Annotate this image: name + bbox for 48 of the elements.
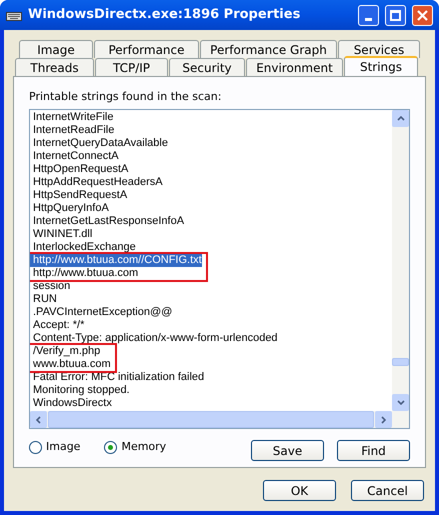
tab[interactable]: Performance <box>94 40 199 58</box>
string-item[interactable]: InternetWriteFile <box>30 111 392 124</box>
close-button[interactable] <box>412 4 433 26</box>
string-item[interactable]: Accept: */* <box>30 319 392 332</box>
string-item[interactable]: http://www.btuua.com <box>30 267 202 280</box>
minimize-button[interactable] <box>358 4 379 26</box>
tab[interactable]: Services <box>338 40 420 58</box>
string-item[interactable]: http://www.btuua.com//CONFIG.txt <box>30 254 202 267</box>
tab[interactable]: Performance Graph <box>200 40 337 58</box>
radio-option[interactable]: Image <box>29 439 80 456</box>
close-icon <box>417 10 428 20</box>
tab[interactable]: Security <box>169 58 245 76</box>
radio-button[interactable] <box>104 441 118 454</box>
string-item[interactable]: Monitoring stopped. <box>30 384 392 397</box>
string-item[interactable]: RUN <box>30 293 392 306</box>
string-item[interactable]: /Verify_m.php <box>30 345 111 358</box>
scroll-thumb[interactable] <box>392 358 409 366</box>
dialog-button[interactable]: Cancel <box>351 480 424 501</box>
string-item[interactable]: InternetConnectA <box>30 150 392 163</box>
tab[interactable]: Environment <box>246 58 343 76</box>
tab[interactable]: Threads <box>15 58 94 76</box>
dialog-button[interactable]: OK <box>263 480 336 501</box>
vertical-scrollbar[interactable] <box>392 110 409 411</box>
string-item[interactable]: Content-Type: application/x-www-form-urlencoded <box>30 332 392 345</box>
string-item[interactable]: HttpSendRequestA <box>30 189 392 202</box>
radio-option[interactable]: Memory <box>104 439 166 456</box>
string-item[interactable]: InternetGetLastResponseInfoA <box>30 215 392 228</box>
string-item[interactable]: HttpAddRequestHeadersA <box>30 176 392 189</box>
action-button[interactable]: Save <box>251 440 324 461</box>
radio-button[interactable] <box>29 441 42 454</box>
keyboard-icon <box>6 9 22 21</box>
tab[interactable]: TCP/IP <box>95 58 168 76</box>
maximize-button[interactable] <box>385 4 406 26</box>
tab[interactable]: Strings <box>344 56 418 76</box>
string-item[interactable]: .PAVCInternetException@@ <box>30 306 392 319</box>
tab[interactable]: Image <box>19 40 93 58</box>
string-item[interactable]: InternetQueryDataAvailable <box>30 137 392 150</box>
string-item[interactable]: HttpQueryInfoA <box>30 202 392 215</box>
action-button[interactable]: Find <box>337 440 410 461</box>
string-item[interactable]: HttpOpenRequestA <box>30 163 392 176</box>
string-item[interactable]: InterlockedExchange <box>30 241 392 254</box>
string-item[interactable]: InternetReadFile <box>30 124 392 137</box>
window-title: WindowsDirectx.exe:1896 Properties <box>28 6 302 24</box>
string-item[interactable]: session <box>30 280 392 293</box>
string-item[interactable]: WININET.dll <box>30 228 392 241</box>
caption: Printable strings found in the scan: <box>29 89 222 105</box>
string-item[interactable]: WindowsDirectx <box>30 397 392 410</box>
string-item[interactable]: www.btuua.com <box>30 358 111 371</box>
